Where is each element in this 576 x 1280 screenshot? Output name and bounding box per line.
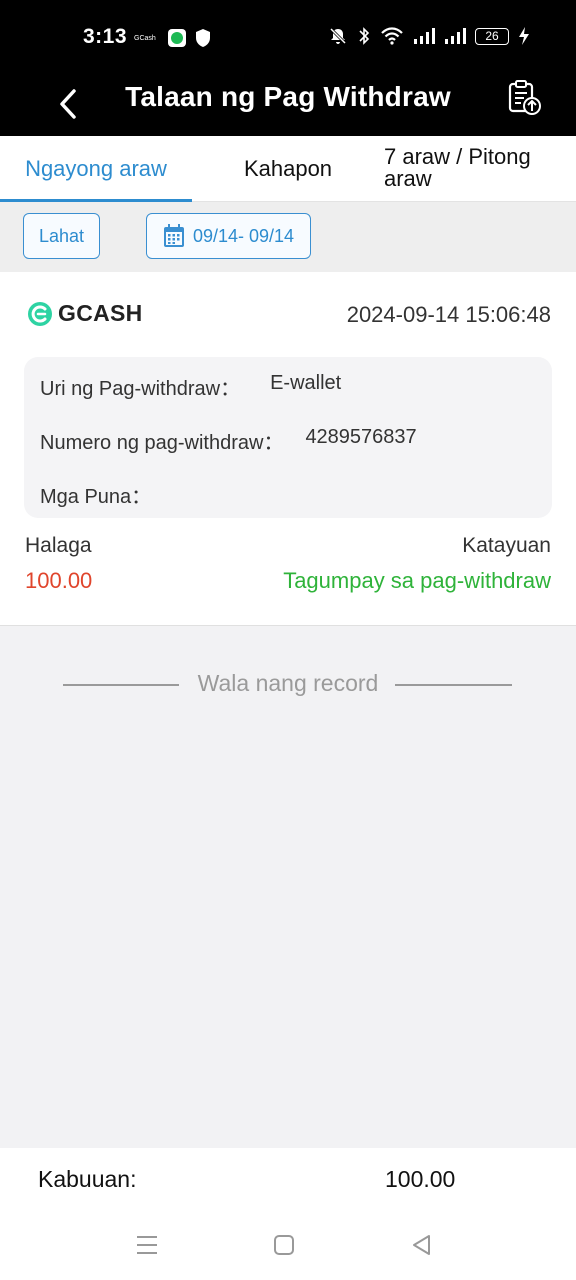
tab-today[interactable]: Ngayong araw xyxy=(0,136,192,202)
page-title: Talaan ng Pag Withdraw xyxy=(125,81,451,112)
withdraw-number-value: 4289576837 xyxy=(305,426,417,448)
total-label: Kabuuan: xyxy=(38,1166,137,1192)
divider-right xyxy=(395,684,512,686)
status-time: 3:13 xyxy=(83,25,128,48)
wifi-icon xyxy=(381,27,403,45)
charging-icon xyxy=(519,27,529,45)
amount-value: 100.00 xyxy=(25,568,93,593)
brand: GCASH xyxy=(27,300,143,327)
all-filter-button[interactable]: Lahat xyxy=(23,213,100,259)
system-nav-bar xyxy=(0,1210,576,1280)
total-value: 100.00 xyxy=(385,1166,456,1192)
signal-icon xyxy=(414,28,435,44)
date-range-button[interactable]: 09/14- 09/14 xyxy=(146,213,311,259)
signal-icon-2 xyxy=(445,28,466,44)
filter-bar: Lahat 09/14- 09/14 xyxy=(0,202,576,272)
status-value: Tagumpay sa pag-withdraw xyxy=(283,568,551,593)
status-bar: 3:13 GCash 26 xyxy=(0,0,576,72)
withdraw-number-label: Numero ng pag-withdraw： xyxy=(40,432,284,454)
remarks-label: Mga Puna： xyxy=(40,486,152,508)
gcash-logo-icon xyxy=(28,301,52,326)
shield-icon xyxy=(195,29,210,47)
tab-yesterday[interactable]: Kahapon xyxy=(192,136,384,202)
amount-label: Halaga xyxy=(25,534,92,557)
app-header: Talaan ng Pag Withdraw xyxy=(0,72,576,136)
battery-indicator: 26 xyxy=(475,27,509,45)
notification-icons: GCash xyxy=(134,28,212,48)
clipboard-upload-icon xyxy=(508,80,541,115)
calendar-icon xyxy=(163,224,184,247)
withdraw-type-value: E-wallet xyxy=(270,372,342,394)
record-details: Uri ng Pag-withdraw： E-wallet Numero ng … xyxy=(24,357,552,518)
record-datetime: 2024-09-14 15:06:48 xyxy=(346,302,551,327)
withdraw-number-row: Numero ng pag-withdraw： 4289576837 xyxy=(40,426,417,455)
bluetooth-icon xyxy=(359,27,370,45)
no-more-records: Wala nang record xyxy=(0,668,576,700)
system-icons: 26 xyxy=(328,26,530,46)
withdraw-type-row: Uri ng Pag-withdraw： E-wallet xyxy=(40,372,341,401)
tab-seven-days[interactable]: 7 araw / Pitong araw xyxy=(384,136,576,202)
back-triangle-icon[interactable] xyxy=(409,1232,435,1258)
withdraw-type-label: Uri ng Pag-withdraw： xyxy=(40,378,241,400)
date-tabs: Ngayong araw Kahapon 7 araw / Pitong ara… xyxy=(0,136,576,202)
export-button[interactable] xyxy=(502,76,546,120)
total-bar: Kabuuan: 100.00 xyxy=(0,1148,576,1210)
date-range-label: 09/14- 09/14 xyxy=(192,225,295,246)
withdraw-record-card[interactable]: GCASH 2024-09-14 15:06:48 Uri ng Pag-wit… xyxy=(0,272,576,626)
recents-menu-icon[interactable] xyxy=(134,1232,160,1258)
home-square-icon[interactable] xyxy=(271,1232,297,1258)
spotify-icon xyxy=(167,29,186,47)
gcash-notification-label: GCash xyxy=(134,34,156,42)
status-label: Katayuan xyxy=(462,534,551,557)
mute-icon xyxy=(329,27,347,45)
brand-name: GCASH xyxy=(58,300,143,326)
remarks-row: Mga Puna： xyxy=(40,480,151,509)
